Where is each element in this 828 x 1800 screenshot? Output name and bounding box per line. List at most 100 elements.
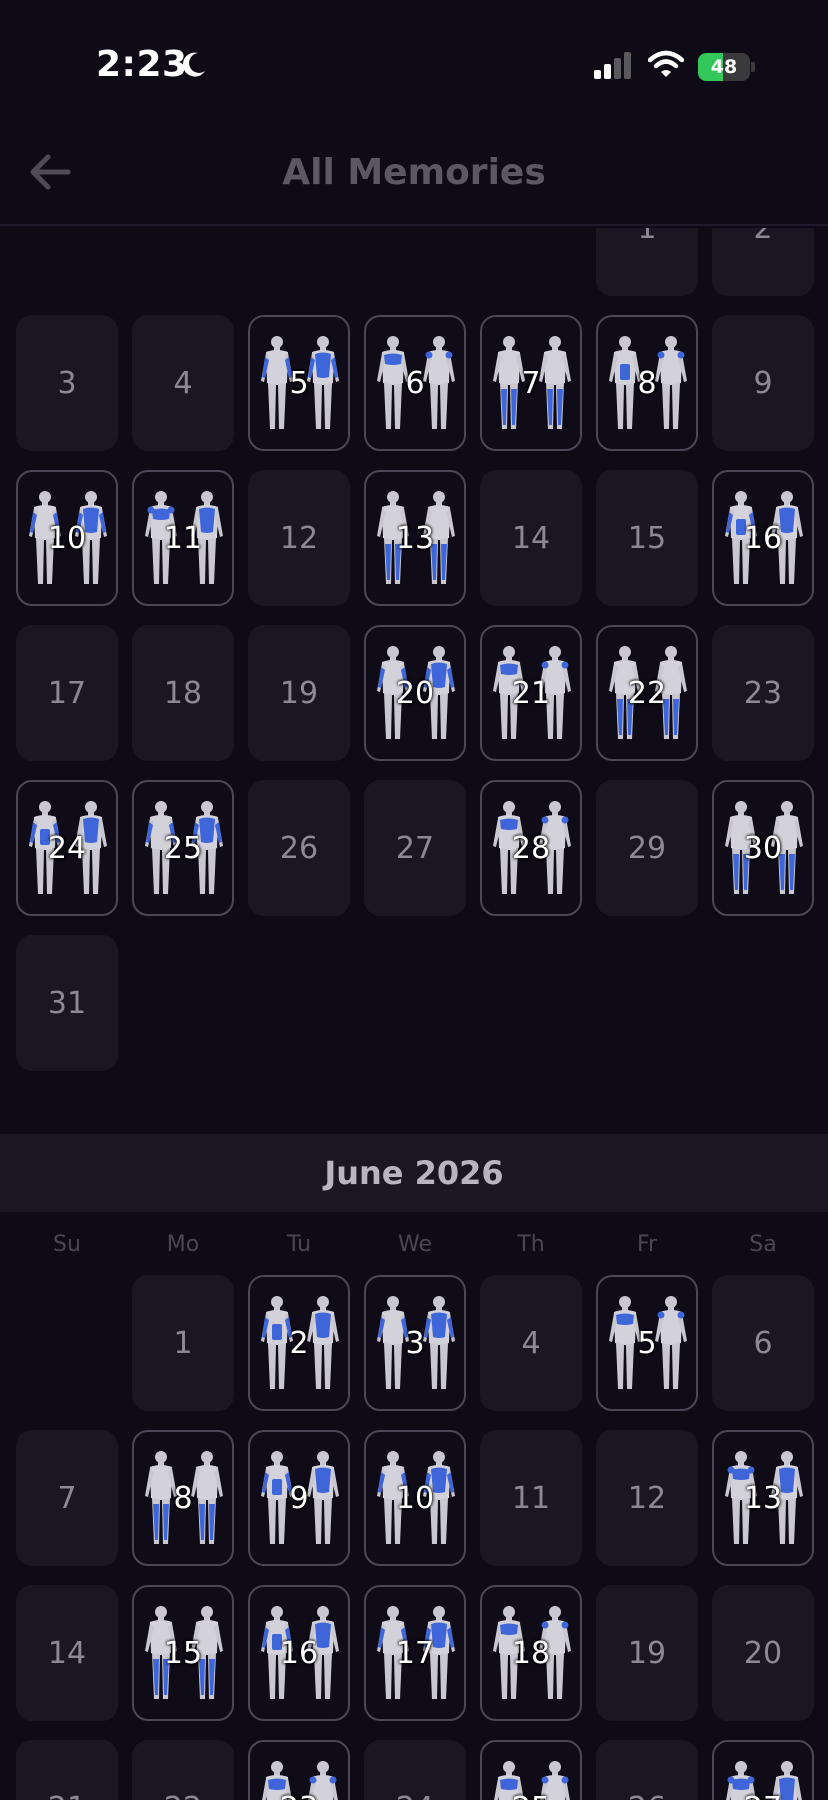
day-number: 16 — [279, 1635, 319, 1671]
calendar-day[interactable]: 24 — [364, 1740, 466, 1800]
calendar-day[interactable]: 19 — [596, 1585, 698, 1721]
calendar-day-memory[interactable]: 8 — [132, 1430, 234, 1566]
calendar-day-memory[interactable]: 10 — [16, 470, 118, 606]
calendar-day[interactable]: 29 — [596, 780, 698, 916]
calendar-day-memory[interactable]: 18 — [480, 1585, 582, 1721]
day-number: 27 — [714, 1742, 812, 1800]
calendar-day[interactable]: 12 — [596, 1430, 698, 1566]
calendar-day-memory[interactable]: 13 — [712, 1430, 814, 1566]
calendar-day-memory[interactable]: 16 — [248, 1585, 350, 1721]
calendar-day[interactable]: 3 — [16, 315, 118, 451]
calendar-day[interactable]: 1 — [132, 1275, 234, 1411]
status-time: 2:23 — [96, 44, 188, 85]
day-number: 13 — [743, 1480, 783, 1516]
day-number: 19 — [627, 1635, 667, 1671]
day-number: 25 — [482, 1742, 580, 1800]
calendar-day[interactable]: 12 — [248, 470, 350, 606]
calendar-day-memory[interactable]: 7 — [480, 315, 582, 451]
day-number: 18 — [511, 1635, 551, 1671]
day-number: 14 — [511, 520, 551, 556]
calendar-day[interactable]: 4 — [480, 1275, 582, 1411]
calendar-day[interactable]: 11 — [480, 1430, 582, 1566]
day-number: 11 — [163, 520, 203, 556]
calendar-day[interactable]: 15 — [596, 470, 698, 606]
calendar-day-memory[interactable]: 9 — [248, 1430, 350, 1566]
calendar-day[interactable]: 20 — [712, 1585, 814, 1721]
calendar-day[interactable]: 27 — [364, 780, 466, 916]
day-number: 20 — [743, 1635, 783, 1671]
calendar-day-memory[interactable]: 22 — [596, 625, 698, 761]
calendar-day[interactable]: 17 — [16, 625, 118, 761]
wifi-icon — [647, 50, 685, 80]
day-number: 26 — [279, 830, 319, 866]
calendar-day-memory[interactable]: 21 — [480, 625, 582, 761]
calendar-day[interactable]: 19 — [248, 625, 350, 761]
calendar-day[interactable]: 26 — [248, 780, 350, 916]
calendar-day-memory[interactable]: 5 — [596, 1275, 698, 1411]
calendar-day-memory[interactable]: 30 — [712, 780, 814, 916]
day-number: 16 — [743, 520, 783, 556]
day-number: 21 — [16, 1740, 118, 1800]
day-number: 19 — [279, 675, 319, 711]
calendar-day-memory[interactable]: 16 — [712, 470, 814, 606]
calendar-day[interactable]: 4 — [132, 315, 234, 451]
calendar-day-memory[interactable]: 15 — [132, 1585, 234, 1721]
day-number: 4 — [521, 1325, 541, 1361]
calendar-day-memory[interactable]: 8 — [596, 315, 698, 451]
day-number: 31 — [47, 985, 87, 1021]
day-number: 24 — [47, 830, 87, 866]
weekday-label: Sa — [749, 1232, 777, 1257]
calendar-day[interactable]: 2 — [712, 228, 814, 296]
calendar-day-memory[interactable]: 23 — [248, 1740, 350, 1800]
day-number: 24 — [364, 1740, 466, 1800]
calendar-day[interactable]: 14 — [480, 470, 582, 606]
day-number: 10 — [47, 520, 87, 556]
calendar-day-memory[interactable]: 11 — [132, 470, 234, 606]
day-number: 25 — [163, 830, 203, 866]
calendar-day-memory[interactable]: 2 — [248, 1275, 350, 1411]
calendar-day-memory[interactable]: 3 — [364, 1275, 466, 1411]
day-number: 29 — [627, 830, 667, 866]
day-number: 17 — [395, 1635, 435, 1671]
calendar-day-memory[interactable]: 28 — [480, 780, 582, 916]
day-number: 13 — [395, 520, 435, 556]
calendar-day[interactable]: 7 — [16, 1430, 118, 1566]
calendar-day-memory[interactable]: 27 — [712, 1740, 814, 1800]
calendar-day[interactable]: 1 — [596, 228, 698, 296]
weekday-label: Mo — [166, 1232, 200, 1257]
calendar-day[interactable]: 31 — [16, 935, 118, 1071]
calendar-day-memory[interactable]: 25 — [132, 780, 234, 916]
day-number: 5 — [637, 1325, 657, 1361]
calendar-day[interactable]: 23 — [712, 625, 814, 761]
day-number: 20 — [395, 675, 435, 711]
day-number: 22 — [132, 1740, 234, 1800]
calendar-day[interactable]: 18 — [132, 625, 234, 761]
day-number: 8 — [173, 1480, 193, 1516]
calendar-day-memory[interactable]: 6 — [364, 315, 466, 451]
calendar-day[interactable]: 9 — [712, 315, 814, 451]
day-number: 3 — [405, 1325, 425, 1361]
calendar-day[interactable]: 6 — [712, 1275, 814, 1411]
day-number: 27 — [395, 830, 435, 866]
calendar-scroll-area[interactable]: 1234 5 6 7 8 9 10 11 12 13 14 15 16 17 1… — [0, 228, 828, 1800]
day-number: 30 — [743, 830, 783, 866]
calendar-day[interactable]: 22 — [132, 1740, 234, 1800]
day-number: 9 — [753, 365, 773, 401]
calendar-day-memory[interactable]: 13 — [364, 470, 466, 606]
calendar-day-memory[interactable]: 10 — [364, 1430, 466, 1566]
battery-percentage: 48 — [710, 56, 738, 78]
day-number: 17 — [47, 675, 87, 711]
calendar-day-memory[interactable]: 17 — [364, 1585, 466, 1721]
calendar-day-memory[interactable]: 24 — [16, 780, 118, 916]
day-number: 1 — [637, 228, 657, 246]
calendar-day-memory[interactable]: 25 — [480, 1740, 582, 1800]
calendar-day-memory[interactable]: 20 — [364, 625, 466, 761]
day-number: 28 — [511, 830, 551, 866]
calendar-day-memory[interactable]: 5 — [248, 315, 350, 451]
day-number: 6 — [753, 1325, 773, 1361]
day-number: 12 — [627, 1480, 667, 1516]
calendar-day[interactable]: 21 — [16, 1740, 118, 1800]
calendar-day[interactable]: 26 — [596, 1740, 698, 1800]
calendar-day[interactable]: 14 — [16, 1585, 118, 1721]
page-title: All Memories — [282, 152, 546, 193]
